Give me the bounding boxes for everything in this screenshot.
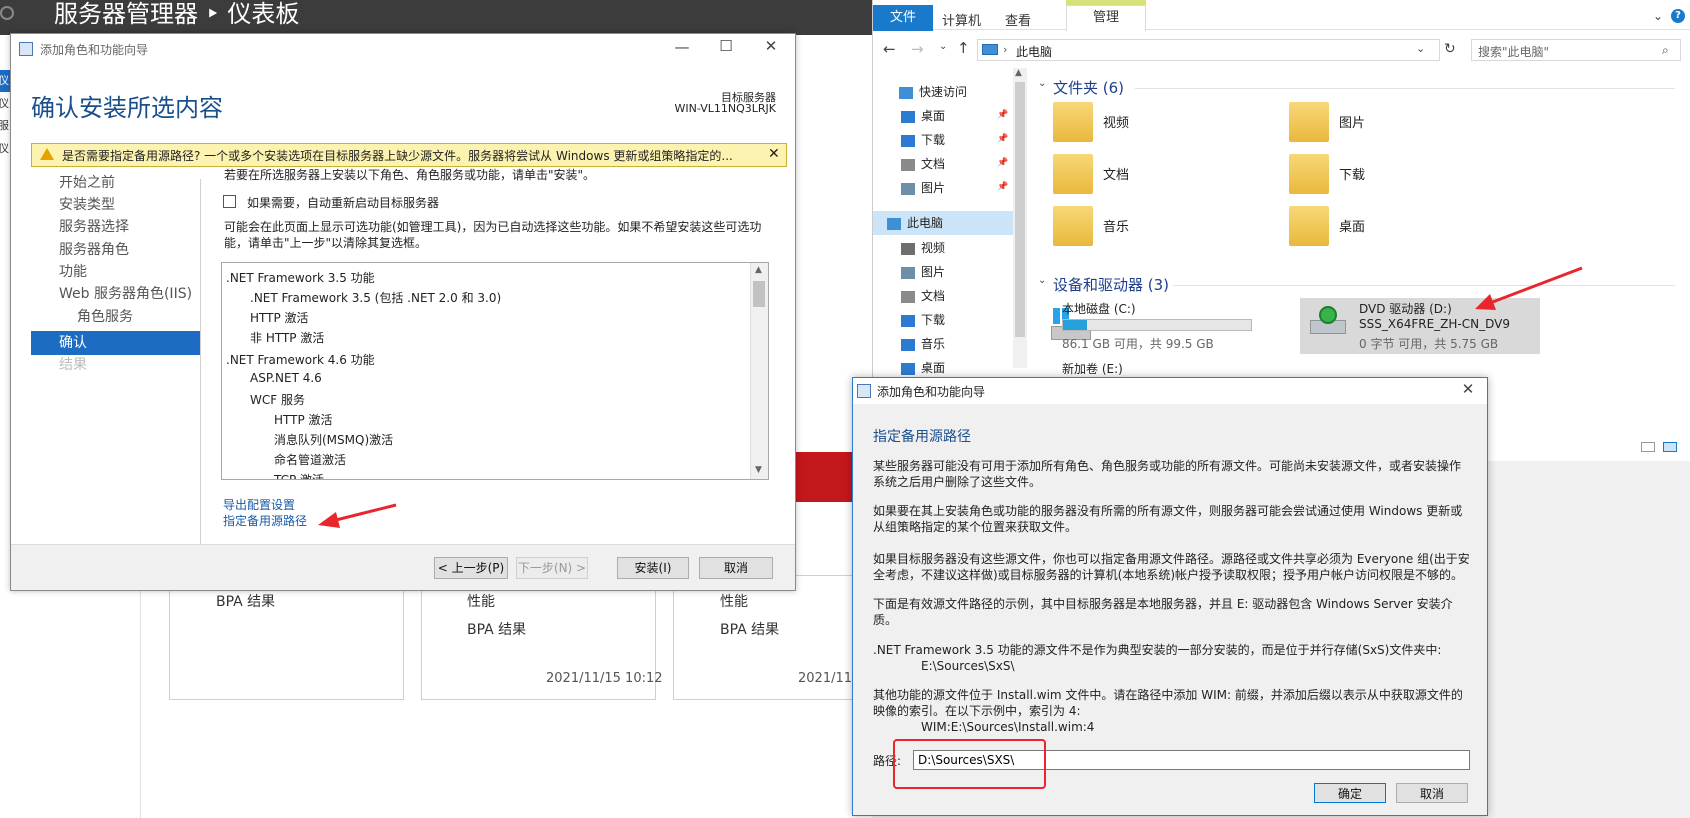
annotation-arrow-link bbox=[318, 503, 397, 528]
arrow-head bbox=[318, 512, 340, 528]
arrow-head bbox=[1475, 294, 1496, 310]
arrow-line bbox=[1489, 266, 1583, 305]
annotation-arrow-dvd bbox=[1475, 266, 1583, 310]
arrow-line bbox=[331, 503, 397, 523]
annotation-arrows bbox=[318, 266, 1583, 528]
